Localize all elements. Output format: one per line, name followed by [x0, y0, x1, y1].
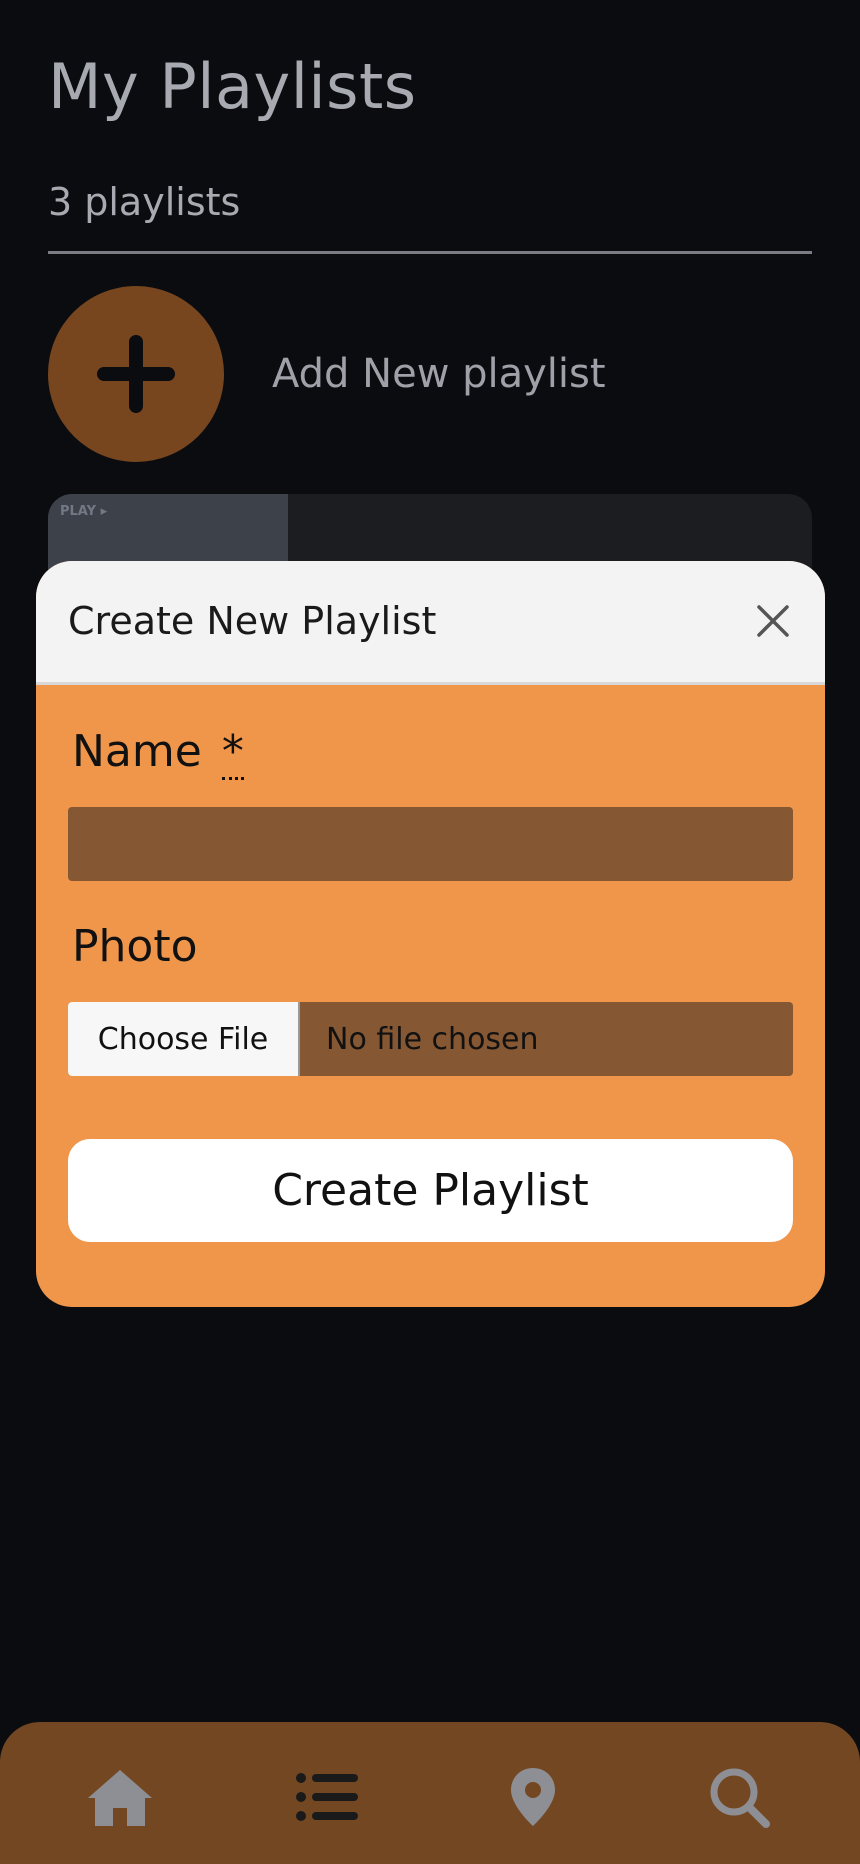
add-playlist-circle[interactable]: [48, 286, 224, 462]
required-mark: *: [221, 726, 244, 780]
name-field-label: Name *: [72, 726, 244, 780]
bottom-nav: [0, 1722, 860, 1864]
playlists-page: My Playlists 3 playlists Add New playlis…: [0, 0, 860, 1864]
nav-location[interactable]: [493, 1762, 573, 1832]
photo-file-input[interactable]: Choose File No file chosen: [68, 1002, 793, 1076]
create-playlist-button[interactable]: Create Playlist: [68, 1139, 793, 1242]
choose-file-button[interactable]: Choose File: [68, 1002, 300, 1076]
nav-playlists[interactable]: [287, 1762, 367, 1832]
nav-search[interactable]: [700, 1762, 780, 1832]
modal-title: Create New Playlist: [68, 599, 437, 643]
home-icon: [88, 1770, 152, 1826]
name-label-text: Name: [72, 726, 202, 777]
modal-header: Create New Playlist: [36, 561, 825, 685]
divider: [48, 251, 812, 254]
page-title: My Playlists: [48, 50, 417, 123]
name-input[interactable]: [68, 807, 793, 881]
search-icon: [710, 1768, 770, 1828]
add-playlist-label: Add New playlist: [272, 351, 606, 397]
add-new-playlist-button[interactable]: Add New playlist: [48, 286, 812, 462]
file-status-text: No file chosen: [326, 1021, 539, 1057]
thumbnail-text: PLAY ▸: [60, 504, 108, 519]
plus-icon: [97, 335, 175, 413]
create-playlist-modal: Create New Playlist Name * Photo Choose …: [36, 561, 825, 1307]
photo-field-label: Photo: [72, 921, 198, 972]
nav-home[interactable]: [80, 1762, 160, 1832]
location-pin-icon: [511, 1768, 555, 1826]
list-icon: [296, 1773, 358, 1821]
playlist-count: 3 playlists: [48, 180, 241, 224]
close-icon: [757, 605, 789, 637]
close-button[interactable]: [749, 597, 797, 645]
